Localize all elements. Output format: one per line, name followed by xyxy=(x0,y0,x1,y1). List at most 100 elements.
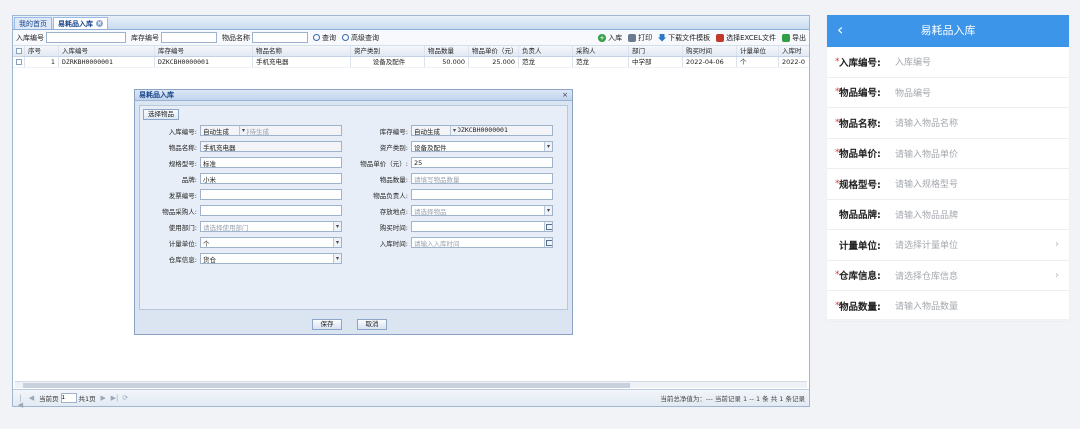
column-header[interactable]: 物品名称 xyxy=(253,46,351,56)
row-checkbox[interactable] xyxy=(16,59,22,65)
column-header[interactable]: 入库时 xyxy=(779,46,805,56)
field-label: 资产类别: xyxy=(379,143,408,152)
owner-field[interactable] xyxy=(411,189,553,200)
table-row[interactable]: 1 DZRKBH0000001 DZKCBH0000001 手机充电器 设备及配… xyxy=(13,57,809,68)
field-label: 物品采购人: xyxy=(162,207,197,216)
column-header[interactable]: 库存编号 xyxy=(155,46,253,56)
mobile-field-spec-model[interactable]: * 规格型号: 请输入规格型号 xyxy=(827,169,1069,200)
tab-consumables-inbound[interactable]: 易耗品入库 × xyxy=(53,17,108,29)
advanced-query-button[interactable]: 高级查询 xyxy=(342,33,379,43)
chevron-down-icon[interactable]: ▾ xyxy=(239,126,247,135)
column-header[interactable]: 部门 xyxy=(629,46,683,56)
print-button[interactable]: 打印 xyxy=(628,33,652,43)
stock-no-input[interactable] xyxy=(161,32,217,43)
auto-generate-select[interactable]: 自动生成 xyxy=(203,126,229,136)
chevron-down-icon[interactable]: ▾ xyxy=(333,254,341,263)
table-cell: 中学部 xyxy=(629,57,683,67)
mobile-field-unit[interactable]: 计量单位: 请选择计量单位 › xyxy=(827,230,1069,261)
chevron-down-icon[interactable]: ▾ xyxy=(450,126,458,135)
mobile-field-placeholder[interactable]: 请输入物品名称 xyxy=(895,116,958,129)
calendar-icon[interactable] xyxy=(544,238,552,247)
spec-model-field[interactable]: 标准 xyxy=(200,157,342,168)
select-all-checkbox[interactable] xyxy=(16,48,22,54)
refresh-icon[interactable]: ⟳ xyxy=(122,394,129,402)
total-pages-label: 共1页 xyxy=(78,395,96,403)
page-number-input[interactable] xyxy=(60,393,77,403)
chevron-right-icon[interactable]: › xyxy=(1055,270,1059,281)
download-template-button[interactable]: 下载文件模板 xyxy=(658,33,710,43)
chevron-right-icon[interactable]: › xyxy=(1055,239,1059,250)
mobile-field-unit-price[interactable]: * 物品单价: 请输入物品单价 xyxy=(827,139,1069,169)
purchase-date-field[interactable] xyxy=(411,221,553,232)
mobile-field-warehouse[interactable]: * 仓库信息: 请选择仓库信息 › xyxy=(827,261,1069,291)
mobile-field-placeholder[interactable]: 请输入物品品牌 xyxy=(895,208,958,221)
calendar-icon[interactable] xyxy=(544,222,552,231)
inbound-button[interactable]: + 入库 xyxy=(598,33,622,43)
inbound-date-field[interactable]: 请输入入库时间 xyxy=(411,237,553,248)
column-header[interactable]: 物品数量 xyxy=(425,46,469,56)
dialog-title-bar[interactable]: 易耗品入库 × xyxy=(135,90,572,101)
choose-excel-button[interactable]: 选择EXCEL文件 xyxy=(716,33,776,43)
unit-select[interactable]: 个 ▾ xyxy=(200,237,342,248)
mobile-title: 易耗品入库 xyxy=(920,24,976,37)
tab-home[interactable]: 我的首页 xyxy=(14,17,52,29)
form-row: 入库编号: 自动生成 等待生成 ▾ xyxy=(143,125,342,136)
first-page-icon[interactable]: |◀ xyxy=(17,394,24,408)
column-header[interactable]: 采购人 xyxy=(573,46,629,56)
mobile-field-item-name[interactable]: * 物品名称: 请输入物品名称 xyxy=(827,108,1069,139)
column-header[interactable]: 购买时间 xyxy=(683,46,737,56)
export-button[interactable]: 导出 xyxy=(782,33,806,43)
prev-page-icon[interactable]: ◀ xyxy=(28,394,35,402)
storage-location-select[interactable]: 请选择物品 ▾ xyxy=(411,205,553,216)
last-page-icon[interactable]: ▶| xyxy=(111,394,119,402)
chevron-down-icon[interactable]: ▾ xyxy=(333,222,341,231)
row-select-cell[interactable] xyxy=(13,57,25,67)
save-button[interactable]: 保存 xyxy=(312,319,342,330)
table-cell: 2022-0 xyxy=(782,58,805,66)
table-cell: 1 xyxy=(25,57,59,67)
mobile-field-label: 仓库信息: xyxy=(839,271,881,283)
mobile-field-placeholder[interactable]: 请选择仓库信息 xyxy=(895,269,958,282)
unit-price-field[interactable]: 25 xyxy=(411,157,553,168)
auto-generate-select[interactable]: 自动生成 xyxy=(414,126,440,136)
invoice-no-field[interactable] xyxy=(200,189,342,200)
column-header[interactable]: 资产类别 xyxy=(351,46,425,56)
department-select[interactable]: 请选择使用部门 ▾ xyxy=(200,221,342,232)
column-header[interactable]: 物品单价（元） xyxy=(469,46,519,56)
horizontal-scrollbar[interactable] xyxy=(15,381,807,388)
column-header[interactable]: 入库编号 xyxy=(59,46,155,56)
mobile-field-placeholder[interactable]: 物品编号 xyxy=(895,86,931,99)
mobile-field-placeholder[interactable]: 入库编号 xyxy=(895,55,931,68)
quantity-field[interactable]: 请填写物品数量 xyxy=(411,173,553,184)
chevron-down-icon[interactable]: ▾ xyxy=(544,142,552,151)
warehouse-select[interactable]: 货仓 ▾ xyxy=(200,253,342,264)
chevron-down-icon[interactable]: ▾ xyxy=(544,206,552,215)
column-header[interactable]: 计量单位 xyxy=(737,46,779,56)
scrollbar-thumb[interactable] xyxy=(23,383,630,388)
select-all-cell[interactable] xyxy=(13,46,25,56)
back-arrow-icon[interactable]: ‹ xyxy=(837,15,843,45)
next-page-icon[interactable]: ▶ xyxy=(100,394,107,402)
mobile-field-placeholder[interactable]: 请输入物品单价 xyxy=(895,147,958,160)
mobile-field-inbound-no[interactable]: * 入库编号: 入库编号 xyxy=(827,47,1069,78)
mobile-field-quantity[interactable]: * 物品数量: 请输入物品数量 xyxy=(827,291,1069,322)
cancel-button[interactable]: 取消 xyxy=(357,319,387,330)
item-name-input[interactable] xyxy=(252,32,308,43)
mobile-field-placeholder[interactable]: 请选择计量单位 xyxy=(895,238,958,251)
column-header[interactable]: 序号 xyxy=(25,46,59,56)
mobile-field-item-no[interactable]: * 物品编号: 物品编号 xyxy=(827,78,1069,108)
mobile-field-brand[interactable]: 物品品牌: 请输入物品品牌 xyxy=(827,200,1069,230)
chevron-down-icon[interactable]: ▾ xyxy=(333,238,341,247)
close-icon[interactable]: × xyxy=(96,20,103,27)
pick-item-button[interactable]: 选择物品 xyxy=(143,109,179,120)
column-header[interactable]: 负责人 xyxy=(519,46,573,56)
inbound-no-input[interactable] xyxy=(46,32,126,43)
purchaser-field[interactable] xyxy=(200,205,342,216)
brand-field[interactable]: 小米 xyxy=(200,173,342,184)
query-button[interactable]: 查询 xyxy=(313,33,336,43)
form-row: 入库时间: 请输入入库时间 xyxy=(345,237,553,248)
mobile-field-placeholder[interactable]: 请输入物品数量 xyxy=(895,299,958,312)
mobile-field-placeholder[interactable]: 请输入规格型号 xyxy=(895,177,958,190)
close-icon[interactable]: × xyxy=(562,90,568,101)
asset-category-select[interactable]: 设备及配件 ▾ xyxy=(411,141,553,152)
